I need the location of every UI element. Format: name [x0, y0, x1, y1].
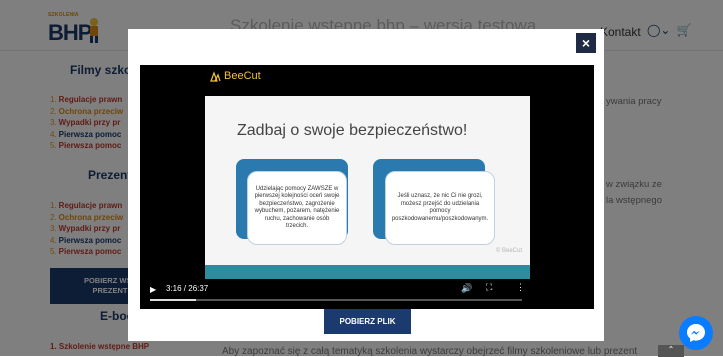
progress-bar-fill — [150, 299, 196, 301]
video-slide: Zadbaj o swoje bezpieczeństwo! Udzielają… — [205, 96, 530, 279]
slide-watermark: © BeeCut — [495, 248, 522, 254]
more-options-icon[interactable]: ⋮ — [516, 282, 525, 293]
close-button[interactable]: × — [576, 33, 596, 53]
messenger-icon — [687, 324, 705, 342]
slide-title: Zadbaj o swoje bezpieczeństwo! — [237, 122, 468, 139]
progress-bar[interactable] — [150, 299, 522, 301]
fullscreen-icon[interactable]: ⛶ — [486, 282, 492, 293]
scroll-to-top-button[interactable]: ⌃ — [658, 345, 684, 357]
video-modal: × BeeCut Zadbaj o swoje bezpieczeństwo! … — [128, 29, 604, 341]
slide-footer-band — [205, 265, 530, 279]
video-time: 3:16 / 26:37 — [166, 284, 209, 293]
slide-card-right: Jeśli uznasz, że nic Ci nie grozi, możes… — [385, 171, 495, 245]
video-brand: BeeCut — [210, 70, 261, 82]
video-brand-label: BeeCut — [224, 70, 261, 82]
video-player[interactable]: BeeCut Zadbaj o swoje bezpieczeństwo! Ud… — [140, 65, 594, 309]
slide-card-left: Udzielając pomocy ZAWSZE w pierwszej kol… — [247, 171, 347, 245]
messenger-chat-button[interactable] — [679, 316, 713, 350]
video-controls: ▶ 3:16 / 26:37 🔊 ⛶ ⋮ — [140, 281, 594, 309]
bee-icon — [210, 70, 221, 82]
download-file-button[interactable]: POBIERZ PLIK — [324, 309, 411, 334]
play-icon[interactable]: ▶ — [150, 285, 156, 294]
volume-icon[interactable]: 🔊 — [461, 283, 472, 294]
